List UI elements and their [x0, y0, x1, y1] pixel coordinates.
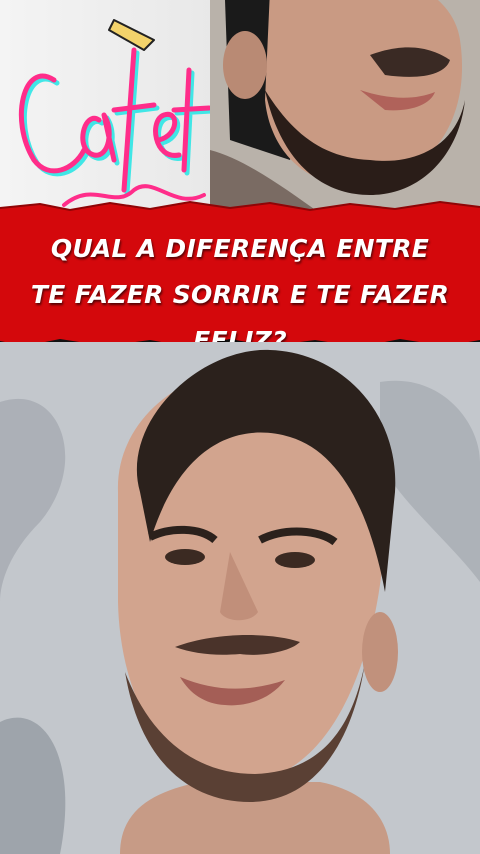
caption-line-1: QUAL A DIFERENÇA ENTRE — [50, 234, 430, 263]
top-person-photo — [210, 0, 480, 212]
main-person-photo — [0, 342, 480, 854]
video-frame[interactable]: QUAL A DIFERENÇA ENTRE TE FAZER SORRIR E… — [0, 0, 480, 854]
top-panel — [0, 0, 480, 212]
main-video-frame — [0, 342, 480, 854]
brand-logo — [18, 19, 215, 207]
